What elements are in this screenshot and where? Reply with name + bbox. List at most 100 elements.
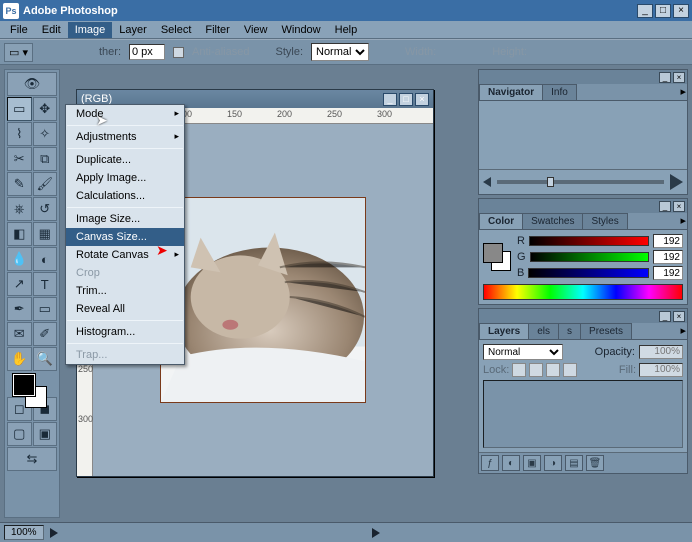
history-brush-tool[interactable]: ↺ [33,197,58,221]
menu-file[interactable]: File [3,22,35,38]
lock-transparency-button[interactable] [512,363,526,377]
b-slider[interactable] [528,268,649,278]
doc-minimize-button[interactable]: _ [383,93,397,106]
panel-close-button[interactable]: × [673,311,685,322]
g-slider[interactable] [530,252,649,262]
dodge-tool[interactable]: ◐ [33,247,58,271]
minimize-button[interactable]: _ [637,4,653,18]
panel-minimize-button[interactable]: _ [659,72,671,83]
close-button[interactable]: × [673,4,689,18]
color-swatches[interactable] [7,372,57,408]
mi-duplicate[interactable]: Duplicate... [66,151,184,169]
lock-image-button[interactable] [529,363,543,377]
tab-info[interactable]: Info [542,84,577,100]
jump-to-button[interactable]: ⇆ [7,447,57,471]
lock-all-button[interactable] [563,363,577,377]
canvas[interactable] [160,197,366,403]
style-select[interactable]: Normal [311,43,369,61]
color-spectrum[interactable] [483,284,683,300]
lock-position-button[interactable] [546,363,560,377]
adjustment-layer-button[interactable]: ◑ [544,455,562,471]
status-next-icon[interactable] [372,528,380,538]
layer-list[interactable] [483,380,683,448]
menu-filter[interactable]: Filter [198,22,236,38]
eyedropper-tool[interactable]: ✐ [33,322,58,346]
doc-close-button[interactable]: × [415,93,429,106]
tab-color[interactable]: Color [479,213,523,229]
shape-tool[interactable]: ▭ [33,297,58,321]
crop-tool[interactable]: ✂ [7,147,32,171]
tab-styles[interactable]: Styles [582,213,627,229]
menu-image[interactable]: Image [68,22,113,38]
fill-input[interactable]: 100% [639,363,683,377]
opacity-input[interactable]: 100% [639,345,683,359]
mi-canvas-size[interactable]: Canvas Size... [66,228,184,246]
antialiased-checkbox[interactable] [173,47,184,58]
layer-mask-button[interactable]: ◐ [502,455,520,471]
tab-presets[interactable]: Presets [580,323,632,339]
r-slider[interactable] [529,236,649,246]
mi-rotate-canvas[interactable]: Rotate Canvas [66,246,184,264]
panel-minimize-button[interactable]: _ [659,311,671,322]
screen-mode-1[interactable]: ▢ [7,422,32,446]
tab-navigator[interactable]: Navigator [479,84,543,100]
zoom-out-icon[interactable] [483,177,491,187]
gradient-tool[interactable]: ▦ [33,222,58,246]
doc-maximize-button[interactable]: □ [399,93,413,106]
tab-channels[interactable]: els [528,323,559,339]
panel-close-button[interactable]: × [673,72,685,83]
maximize-button[interactable]: □ [655,4,671,18]
mi-reveal-all[interactable]: Reveal All [66,300,184,318]
panel-menu-button[interactable]: ▸ [680,324,686,338]
panel-minimize-button[interactable]: _ [659,201,671,212]
zoom-in-icon[interactable] [670,174,683,190]
b-input[interactable] [653,266,683,280]
new-set-button[interactable]: ▣ [523,455,541,471]
mi-apply-image[interactable]: Apply Image... [66,169,184,187]
notes-tool[interactable]: ✉ [7,322,32,346]
layer-style-button[interactable]: ƒ [481,455,499,471]
delete-layer-button[interactable]: 🗑 [586,455,604,471]
menu-view[interactable]: View [237,22,275,38]
menu-layer[interactable]: Layer [112,22,154,38]
menu-window[interactable]: Window [275,22,328,38]
slice-tool[interactable]: ⧉ [33,147,58,171]
menu-select[interactable]: Select [154,22,199,38]
lasso-tool[interactable]: ⌇ [7,122,32,146]
panel-menu-button[interactable]: ▸ [680,214,686,228]
mi-adjustments[interactable]: Adjustments [66,128,184,146]
new-layer-button[interactable]: ▤ [565,455,583,471]
type-tool[interactable]: T [33,272,58,296]
toolbox-header-icon[interactable]: 👁 [7,72,57,96]
panel-close-button[interactable]: × [673,201,685,212]
mi-mode[interactable]: Mode [66,105,184,123]
heal-tool[interactable]: ✎ [7,172,32,196]
tab-swatches[interactable]: Swatches [522,213,583,229]
zoom-tool[interactable]: 🔍 [33,347,58,371]
blend-mode-select[interactable]: Normal [483,344,563,360]
tab-paths[interactable]: s [558,323,581,339]
mi-calculations[interactable]: Calculations... [66,187,184,205]
r-input[interactable] [653,234,683,248]
navigator-preview[interactable] [479,101,687,169]
mi-histogram[interactable]: Histogram... [66,323,184,341]
marquee-tool[interactable]: ▭ [7,97,32,121]
zoom-field[interactable]: 100% [4,525,44,540]
mi-image-size[interactable]: Image Size... [66,210,184,228]
path-tool[interactable]: ↗ [7,272,32,296]
wand-tool[interactable]: ✧ [33,122,58,146]
eraser-tool[interactable]: ◧ [7,222,32,246]
color-swatch-pair[interactable] [483,243,511,271]
g-input[interactable] [653,250,683,264]
zoom-slider[interactable] [497,180,664,184]
blur-tool[interactable]: 💧 [7,247,32,271]
status-menu-icon[interactable] [50,528,58,538]
brush-tool[interactable]: 🖌 [33,172,58,196]
panel-menu-button[interactable]: ▸ [680,85,686,99]
stamp-tool[interactable]: ⎈ [7,197,32,221]
screen-mode-2[interactable]: ▣ [33,422,58,446]
hand-tool[interactable]: ✋ [7,347,32,371]
tab-layers[interactable]: Layers [479,323,529,339]
menu-edit[interactable]: Edit [35,22,68,38]
move-tool[interactable]: ✥ [33,97,58,121]
